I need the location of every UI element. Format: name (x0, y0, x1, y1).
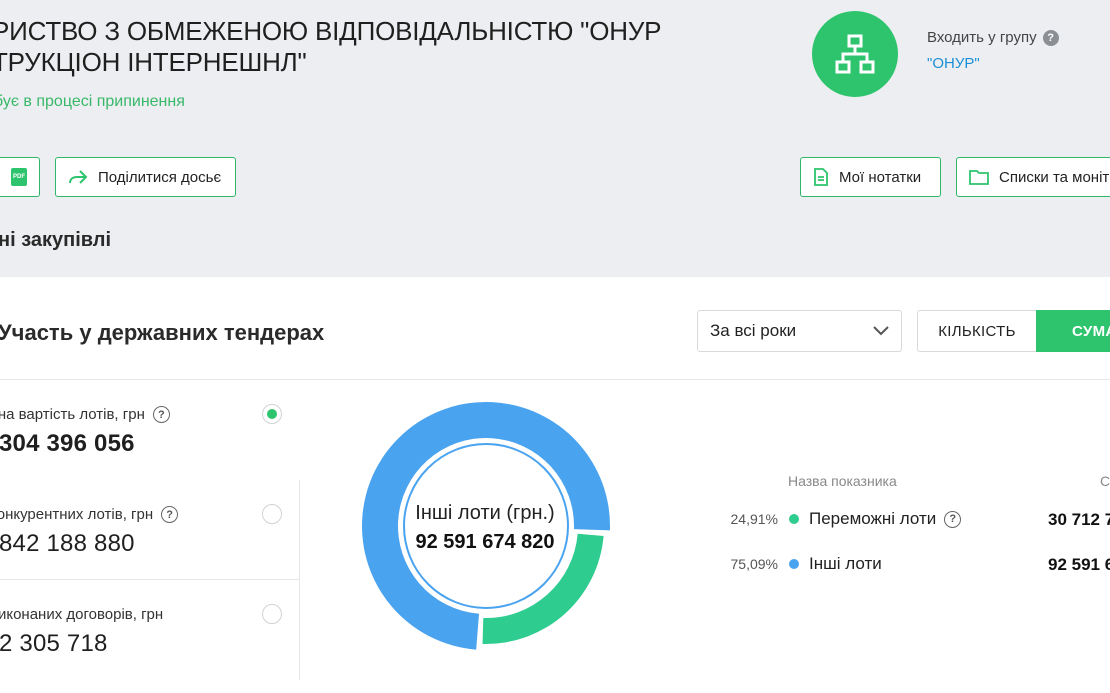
legend-name-text: Переможні лоти (809, 509, 937, 528)
stat-radio-selected[interactable] (262, 404, 282, 424)
lists-monitoring-button[interactable]: Списки та моніт (956, 157, 1110, 197)
pdf-download-button[interactable]: PDF (0, 157, 40, 197)
legend-percent: 24,91% (730, 511, 778, 527)
legend-dot (789, 559, 799, 569)
stat-label-text: конкурентних лотів, грн (0, 506, 154, 523)
legend-name: Переможні лоти ? (809, 509, 962, 529)
group-name-link[interactable]: "ОНУР" (927, 55, 980, 72)
stat-value: 842 188 880 (0, 530, 135, 557)
folder-icon (969, 170, 989, 185)
stat-value: 304 396 056 (0, 430, 135, 457)
stat-value: 2 305 718 (0, 630, 108, 657)
stat-radio[interactable] (262, 604, 282, 624)
share-arrow-icon (69, 170, 88, 184)
legend-dot (789, 514, 799, 524)
company-status: бує в процесі припинення (0, 93, 185, 110)
stat-card-total[interactable]: ьна вартість лотів, грн ? 304 396 056 (0, 380, 300, 480)
stat-label: ьна вартість лотів, грн ? (0, 406, 170, 423)
legend-sum: 92 591 6 (1048, 555, 1110, 574)
stat-label: виконаних договорів, грн (0, 606, 163, 623)
lists-monitoring-label: Списки та моніт (999, 168, 1110, 186)
pdf-icon: PDF (11, 168, 27, 186)
legend-row[interactable]: 24,91% Переможні лоти ? (720, 508, 962, 530)
panel-title: Участь у державних тендерах (0, 320, 325, 345)
toggle-sum-button[interactable]: СУМА (1036, 310, 1110, 352)
period-select-value: За всі роки (710, 321, 797, 340)
section-heading: ні закупівлі (0, 229, 112, 251)
donut-center-name: Інші лоти (грн.) (415, 502, 555, 524)
document-icon (814, 168, 828, 186)
group-label: Входить у групу ? (927, 29, 1059, 46)
group-structure-icon[interactable] (812, 11, 898, 97)
group-label-text: Входить у групу (927, 29, 1037, 46)
help-icon[interactable]: ? (1042, 29, 1059, 46)
help-icon[interactable]: ? (944, 510, 962, 528)
stat-label-text: ьна вартість лотів, грн (0, 406, 145, 423)
legend-sum: 30 712 7 (1048, 510, 1110, 529)
legend-header-name: Назва показника (788, 473, 897, 489)
my-notes-button[interactable]: Мої нотатки (800, 157, 941, 197)
company-title: РИСТВО З ОБМЕЖЕНОЮ ВІДПОВІДАЛЬНІСТЮ "ОНУ… (0, 16, 662, 77)
legend-row[interactable]: 75,09% Інші лоти (720, 553, 882, 575)
legend-name-text: Інші лоти (809, 554, 882, 573)
stat-card-completed[interactable]: виконаних договорів, грн 2 305 718 (0, 580, 300, 680)
share-dossier-label: Поділитися досьє (98, 168, 222, 186)
my-notes-label: Мої нотатки (839, 168, 922, 186)
share-dossier-button[interactable]: Поділитися досьє (55, 157, 236, 197)
toggle-quantity-button[interactable]: КІЛЬКІСТЬ (917, 310, 1036, 352)
stat-label: конкурентних лотів, грн ? (0, 506, 179, 523)
donut-center-label: Інші лоти (грн.) 92 591 674 820 (406, 502, 564, 554)
help-icon[interactable]: ? (152, 406, 170, 423)
period-select[interactable]: За всі роки (697, 310, 902, 352)
qty-sum-toggle: КІЛЬКІСТЬ СУМА (917, 310, 1110, 352)
legend-header-sum: С (1100, 473, 1110, 489)
donut-center-value: 92 591 674 820 (415, 531, 555, 553)
chevron-down-icon (873, 326, 889, 336)
legend-percent: 75,09% (730, 556, 778, 572)
stat-card-competitive[interactable]: конкурентних лотів, грн ? 842 188 880 (0, 480, 300, 580)
stat-label-text: виконаних договорів, грн (0, 606, 164, 623)
help-icon[interactable]: ? (161, 506, 179, 523)
stat-radio[interactable] (262, 504, 282, 524)
legend-name: Інші лоти (809, 554, 882, 574)
